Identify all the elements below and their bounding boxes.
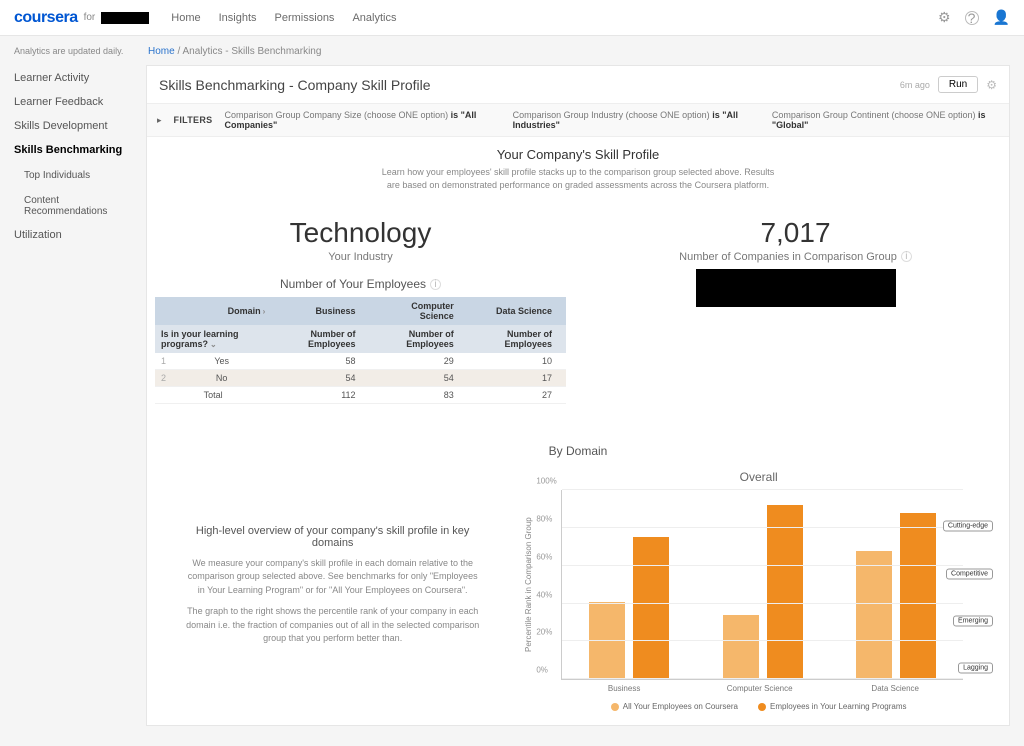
- org-name-redacted: [101, 12, 149, 24]
- profile-desc: Learn how your employees' skill profile …: [378, 166, 778, 191]
- nav-home[interactable]: Home: [171, 12, 200, 24]
- bar-lp[interactable]: [900, 513, 936, 679]
- question-header[interactable]: Is in your learning programs?⌄: [155, 325, 271, 353]
- employees-title: Number of Your Employeesi: [155, 277, 566, 291]
- sidebar-list: Learner ActivityLearner FeedbackSkills D…: [14, 66, 140, 247]
- legend-swatch-a: [611, 703, 619, 711]
- sidebar-item[interactable]: Skills Benchmarking: [14, 138, 140, 162]
- legend-lp: Employees in Your Learning Programs: [758, 702, 907, 711]
- bar-all[interactable]: [723, 615, 759, 679]
- filters-bar: ▸ FILTERS Comparison Group Company Size …: [147, 104, 1009, 137]
- filters-label: FILTERS: [174, 115, 213, 125]
- top-right: ⚙ ? 👤: [938, 9, 1010, 26]
- chart-title: Overall: [524, 470, 993, 484]
- chart-card: Overall Percentile Rank in Comparison Gr…: [520, 464, 1001, 715]
- chart: Percentile Rank in Comparison Group 0%20…: [524, 490, 993, 680]
- x-tick: Business: [575, 684, 673, 694]
- breadcrumb-home[interactable]: Home: [148, 46, 175, 57]
- title-bar: Skills Benchmarking - Company Skill Prof…: [147, 66, 1009, 104]
- industry-value: Technology: [155, 217, 566, 249]
- panel: Skills Benchmarking - Company Skill Prof…: [146, 65, 1010, 726]
- table-row: 2No545417: [155, 370, 566, 387]
- companies-card: 7,017 Number of Companies in Comparison …: [582, 207, 1009, 418]
- legend-all: All Your Employees on Coursera: [611, 702, 738, 711]
- bar-lp[interactable]: [633, 537, 669, 679]
- sidebar-item[interactable]: Skills Development: [14, 114, 140, 138]
- x-ticks: Business Computer Science Data Science: [556, 684, 963, 694]
- filters-caret-icon[interactable]: ▸: [157, 115, 162, 126]
- logo-suffix: for: [84, 12, 96, 23]
- nav-insights[interactable]: Insights: [219, 12, 257, 24]
- breadcrumb: Home / Analytics - Skills Benchmarking: [148, 46, 1010, 57]
- main: Home / Analytics - Skills Benchmarking S…: [140, 36, 1024, 746]
- update-notice: Analytics are updated daily.: [14, 46, 140, 56]
- sub-business: Number of Employees: [271, 325, 369, 353]
- top-bar: coursera for Home Insights Permissions A…: [0, 0, 1024, 36]
- bar-group: [848, 490, 944, 679]
- overview-heading: High-level overview of your company's sk…: [185, 525, 480, 549]
- profile-header: Your Company's Skill Profile Learn how y…: [147, 137, 1009, 207]
- sub-cs: Number of Employees: [370, 325, 468, 353]
- legend: All Your Employees on Coursera Employees…: [524, 702, 993, 711]
- companies-value: 7,017: [590, 217, 1001, 249]
- col-cs[interactable]: Computer Science: [370, 297, 468, 325]
- overview-p2: The graph to the right shows the percent…: [185, 605, 480, 646]
- col-business[interactable]: Business: [271, 297, 369, 325]
- nav-analytics[interactable]: Analytics: [352, 12, 396, 24]
- sidebar-item[interactable]: Learner Feedback: [14, 90, 140, 114]
- table-total-row: Total1128327: [155, 387, 566, 404]
- y-axis-label: Percentile Rank in Comparison Group: [524, 490, 533, 680]
- industry-card: Technology Your Industry Number of Your …: [147, 207, 574, 418]
- sidebar: Analytics are updated daily. Learner Act…: [0, 36, 140, 746]
- top-nav: Home Insights Permissions Analytics: [171, 12, 396, 24]
- band-label: Competitive: [946, 568, 993, 579]
- bars-container: [562, 490, 963, 679]
- sub-ds: Number of Employees: [468, 325, 566, 353]
- user-icon[interactable]: 👤: [993, 9, 1010, 26]
- band-label: Cutting-edge: [943, 521, 993, 532]
- gear-icon[interactable]: ⚙: [938, 9, 951, 26]
- sidebar-item[interactable]: Content Recommendations: [14, 189, 140, 223]
- table-row: 1Yes582910: [155, 353, 566, 370]
- filter-continent[interactable]: Comparison Group Continent (choose ONE o…: [772, 110, 999, 130]
- page-title: Skills Benchmarking - Company Skill Prof…: [159, 77, 431, 93]
- overview-text: High-level overview of your company's sk…: [155, 464, 510, 715]
- bar-group: [715, 490, 811, 679]
- updated-ago: 6m ago: [900, 80, 930, 90]
- by-domain-label: By Domain: [147, 426, 1009, 464]
- chevron-right-icon: ›: [263, 307, 266, 316]
- col-ds[interactable]: Data Science: [468, 297, 566, 325]
- filter-company-size[interactable]: Comparison Group Company Size (choose ON…: [224, 110, 500, 130]
- sidebar-item[interactable]: Top Individuals: [14, 164, 140, 187]
- x-tick: Data Science: [846, 684, 944, 694]
- breadcrumb-rest: / Analytics - Skills Benchmarking: [177, 46, 321, 57]
- bar-all[interactable]: [856, 551, 892, 680]
- legend-swatch-b: [758, 703, 766, 711]
- overview-p1: We measure your company's skill profile …: [185, 557, 480, 598]
- profile-heading: Your Company's Skill Profile: [167, 147, 989, 162]
- logo: coursera: [14, 9, 78, 27]
- band-label: Lagging: [958, 663, 993, 674]
- band-label: Emerging: [953, 615, 993, 626]
- info-icon[interactable]: i: [901, 251, 912, 262]
- sidebar-item[interactable]: Utilization: [14, 223, 140, 247]
- companies-label: Number of Companies in Comparison Groupi: [590, 251, 1001, 263]
- chevron-down-icon: ⌄: [210, 340, 217, 349]
- info-icon[interactable]: i: [430, 279, 441, 290]
- redacted-block: [696, 269, 896, 307]
- filter-industry[interactable]: Comparison Group Industry (choose ONE op…: [513, 110, 760, 130]
- bar-group: [581, 490, 677, 679]
- bar-lp[interactable]: [767, 505, 803, 679]
- sidebar-item[interactable]: Learner Activity: [14, 66, 140, 90]
- panel-gear-icon[interactable]: ⚙: [986, 78, 997, 92]
- help-icon[interactable]: ?: [965, 11, 979, 25]
- industry-label: Your Industry: [155, 251, 566, 263]
- employees-table: Domain› Business Computer Science Data S…: [155, 297, 566, 404]
- nav-permissions[interactable]: Permissions: [275, 12, 335, 24]
- run-button[interactable]: Run: [938, 76, 978, 93]
- domain-header[interactable]: Domain›: [155, 297, 271, 325]
- plot-area: 0%20%40%60%80%100%Cutting-edgeCompetitiv…: [561, 490, 963, 680]
- x-tick: Computer Science: [711, 684, 809, 694]
